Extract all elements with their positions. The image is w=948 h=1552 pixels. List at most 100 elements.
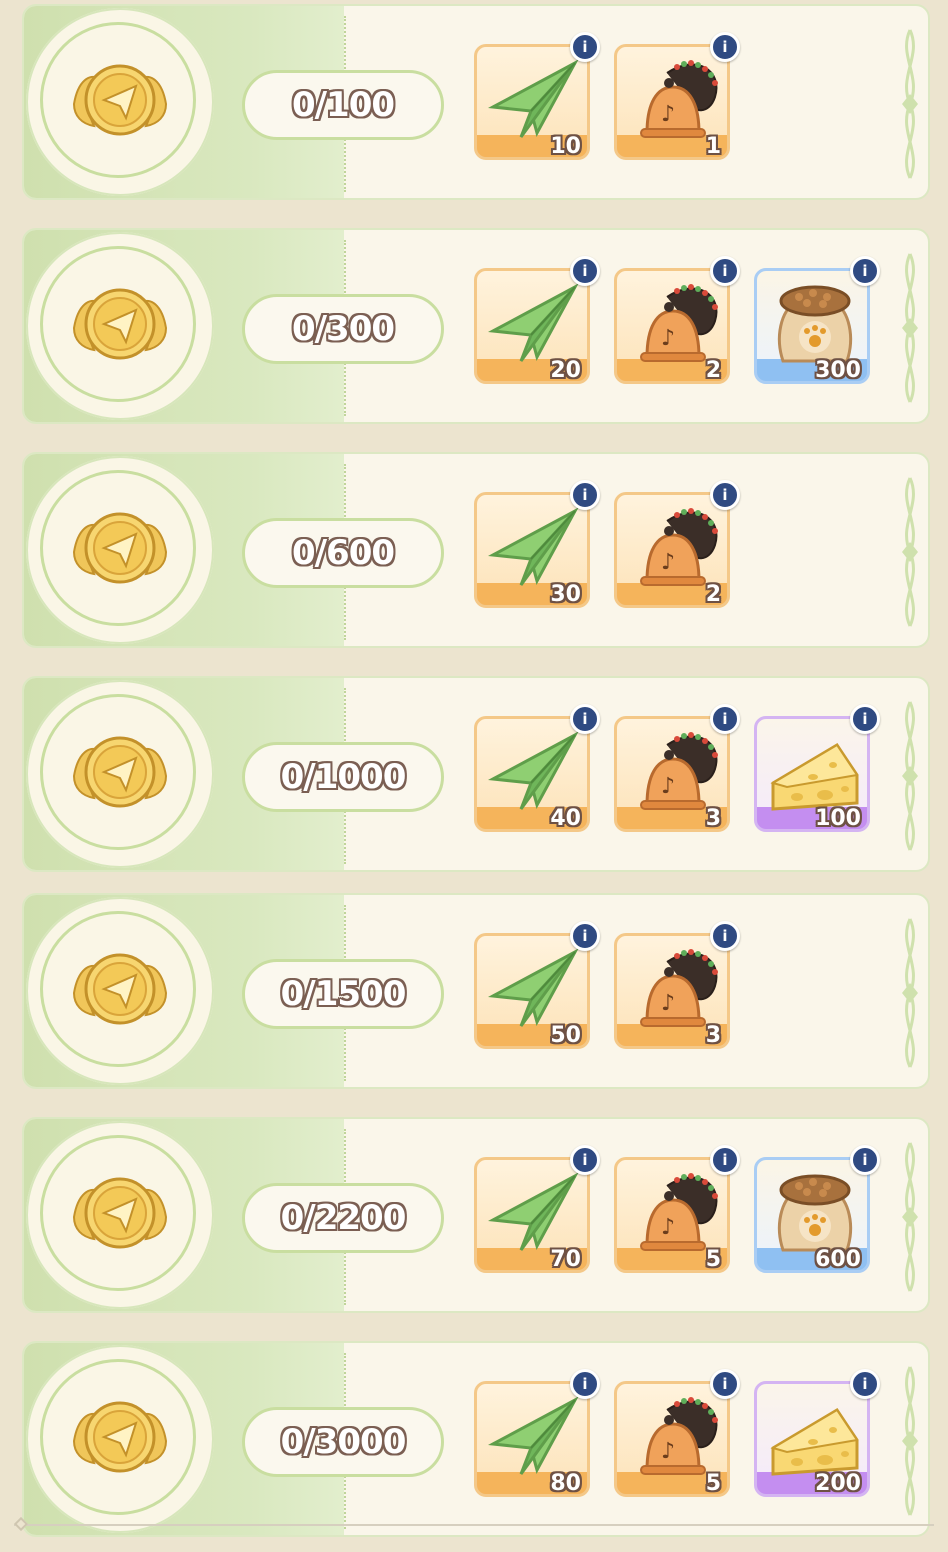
progress-text: 0/100 xyxy=(291,85,395,125)
coin-badge xyxy=(26,1121,214,1309)
info-icon[interactable]: i xyxy=(570,921,600,951)
reward-item[interactable]: 40 xyxy=(474,716,590,832)
info-icon[interactable]: i xyxy=(710,480,740,510)
progress-text: 0/600 xyxy=(291,533,395,573)
reward-quantity: 50 xyxy=(550,1023,581,1048)
reward-item[interactable]: 70 xyxy=(474,1157,590,1273)
info-icon[interactable]: i xyxy=(570,256,600,286)
winged-coin-icon xyxy=(68,949,172,1033)
milestone-row: 0/600 30 i ♪ 2 i xyxy=(22,452,930,648)
milestone-row: 0/1000 40 i ♪ 3 i 100 i xyxy=(22,676,930,872)
reward-item[interactable]: 200 xyxy=(754,1381,870,1497)
reward-quantity: 2 xyxy=(705,582,721,607)
reward-quantity: 80 xyxy=(550,1471,581,1496)
info-icon[interactable]: i xyxy=(710,256,740,286)
progress-pill: 0/1000 xyxy=(242,742,444,812)
reward-item[interactable]: ♪ 2 xyxy=(614,492,730,608)
reward-quantity: 3 xyxy=(705,806,721,831)
reward-item[interactable]: ♪ 5 xyxy=(614,1157,730,1273)
progress-pill: 0/100 xyxy=(242,70,444,140)
info-icon[interactable]: i xyxy=(570,704,600,734)
reward-quantity: 30 xyxy=(550,582,581,607)
ornament-deco xyxy=(896,1139,924,1295)
reward-item[interactable]: ♪ 3 xyxy=(614,933,730,1049)
reward-quantity: 10 xyxy=(550,134,581,159)
reward-quantity: 300 xyxy=(815,358,861,383)
winged-coin-icon xyxy=(68,732,172,816)
reward-quantity: 200 xyxy=(815,1471,861,1496)
coin-badge xyxy=(26,8,214,196)
ornament-deco xyxy=(896,474,924,630)
reward-quantity: 100 xyxy=(815,806,861,831)
reward-item[interactable]: 600 xyxy=(754,1157,870,1273)
milestone-row: 0/3000 80 i ♪ 5 i 200 i xyxy=(22,1341,930,1537)
reward-quantity: 40 xyxy=(550,806,581,831)
progress-pill: 0/2200 xyxy=(242,1183,444,1253)
reward-item[interactable]: 100 xyxy=(754,716,870,832)
reward-item[interactable]: 30 xyxy=(474,492,590,608)
reward-quantity: 1 xyxy=(705,134,721,159)
reward-item[interactable]: ♪ 2 xyxy=(614,268,730,384)
reward-item[interactable]: ♪ 5 xyxy=(614,1381,730,1497)
reward-quantity: 5 xyxy=(705,1247,721,1272)
svg-text:♪: ♪ xyxy=(661,550,675,575)
info-icon[interactable]: i xyxy=(570,32,600,62)
info-icon[interactable]: i xyxy=(710,32,740,62)
milestone-reward-list[interactable]: 0/100 10 i ♪ 1 i 0/300 20 i ♪ 2 i 300 i 0/600 30 i ♪ 2 i 0/1… xyxy=(0,0,948,1552)
progress-pill: 0/3000 xyxy=(242,1407,444,1477)
svg-text:♪: ♪ xyxy=(661,102,675,127)
scroll-bottom-divider xyxy=(14,1524,934,1526)
winged-coin-icon xyxy=(68,284,172,368)
reward-quantity: 70 xyxy=(550,1247,581,1272)
winged-coin-icon xyxy=(68,1173,172,1257)
svg-text:♪: ♪ xyxy=(661,774,675,799)
svg-text:♪: ♪ xyxy=(661,991,675,1016)
info-icon[interactable]: i xyxy=(710,704,740,734)
reward-item[interactable]: 50 xyxy=(474,933,590,1049)
reward-item[interactable]: 300 xyxy=(754,268,870,384)
reward-item[interactable]: 10 xyxy=(474,44,590,160)
ornament-deco xyxy=(896,250,924,406)
info-icon[interactable]: i xyxy=(850,1369,880,1399)
reward-quantity: 5 xyxy=(705,1471,721,1496)
progress-text: 0/3000 xyxy=(280,1422,407,1462)
svg-text:♪: ♪ xyxy=(661,1439,675,1464)
coin-badge xyxy=(26,680,214,868)
milestone-row: 0/100 10 i ♪ 1 i xyxy=(22,4,930,200)
reward-item[interactable]: 20 xyxy=(474,268,590,384)
ornament-deco xyxy=(896,915,924,1071)
reward-quantity: 3 xyxy=(705,1023,721,1048)
svg-text:♪: ♪ xyxy=(661,1215,675,1240)
progress-pill: 0/1500 xyxy=(242,959,444,1029)
info-icon[interactable]: i xyxy=(710,921,740,951)
ornament-deco xyxy=(896,1363,924,1519)
info-icon[interactable]: i xyxy=(850,704,880,734)
info-icon[interactable]: i xyxy=(850,256,880,286)
ornament-deco xyxy=(896,26,924,182)
info-icon[interactable]: i xyxy=(570,480,600,510)
coin-badge xyxy=(26,456,214,644)
reward-quantity: 600 xyxy=(815,1247,861,1272)
coin-badge xyxy=(26,1345,214,1533)
reward-item[interactable]: 80 xyxy=(474,1381,590,1497)
reward-item[interactable]: ♪ 3 xyxy=(614,716,730,832)
info-icon[interactable]: i xyxy=(710,1145,740,1175)
info-icon[interactable]: i xyxy=(850,1145,880,1175)
info-icon[interactable]: i xyxy=(570,1145,600,1175)
winged-coin-icon xyxy=(68,1397,172,1481)
progress-text: 0/300 xyxy=(291,309,395,349)
milestone-row: 0/2200 70 i ♪ 5 i 600 i xyxy=(22,1117,930,1313)
progress-text: 0/1500 xyxy=(280,974,407,1014)
milestone-row: 0/300 20 i ♪ 2 i 300 i xyxy=(22,228,930,424)
info-icon[interactable]: i xyxy=(710,1369,740,1399)
coin-badge xyxy=(26,232,214,420)
progress-pill: 0/600 xyxy=(242,518,444,588)
info-icon[interactable]: i xyxy=(570,1369,600,1399)
svg-text:♪: ♪ xyxy=(661,326,675,351)
coin-badge xyxy=(26,897,214,1085)
winged-coin-icon xyxy=(68,508,172,592)
progress-text: 0/2200 xyxy=(280,1198,407,1238)
milestone-row: 0/1500 50 i ♪ 3 i xyxy=(22,893,930,1089)
reward-item[interactable]: ♪ 1 xyxy=(614,44,730,160)
progress-text: 0/1000 xyxy=(280,757,407,797)
